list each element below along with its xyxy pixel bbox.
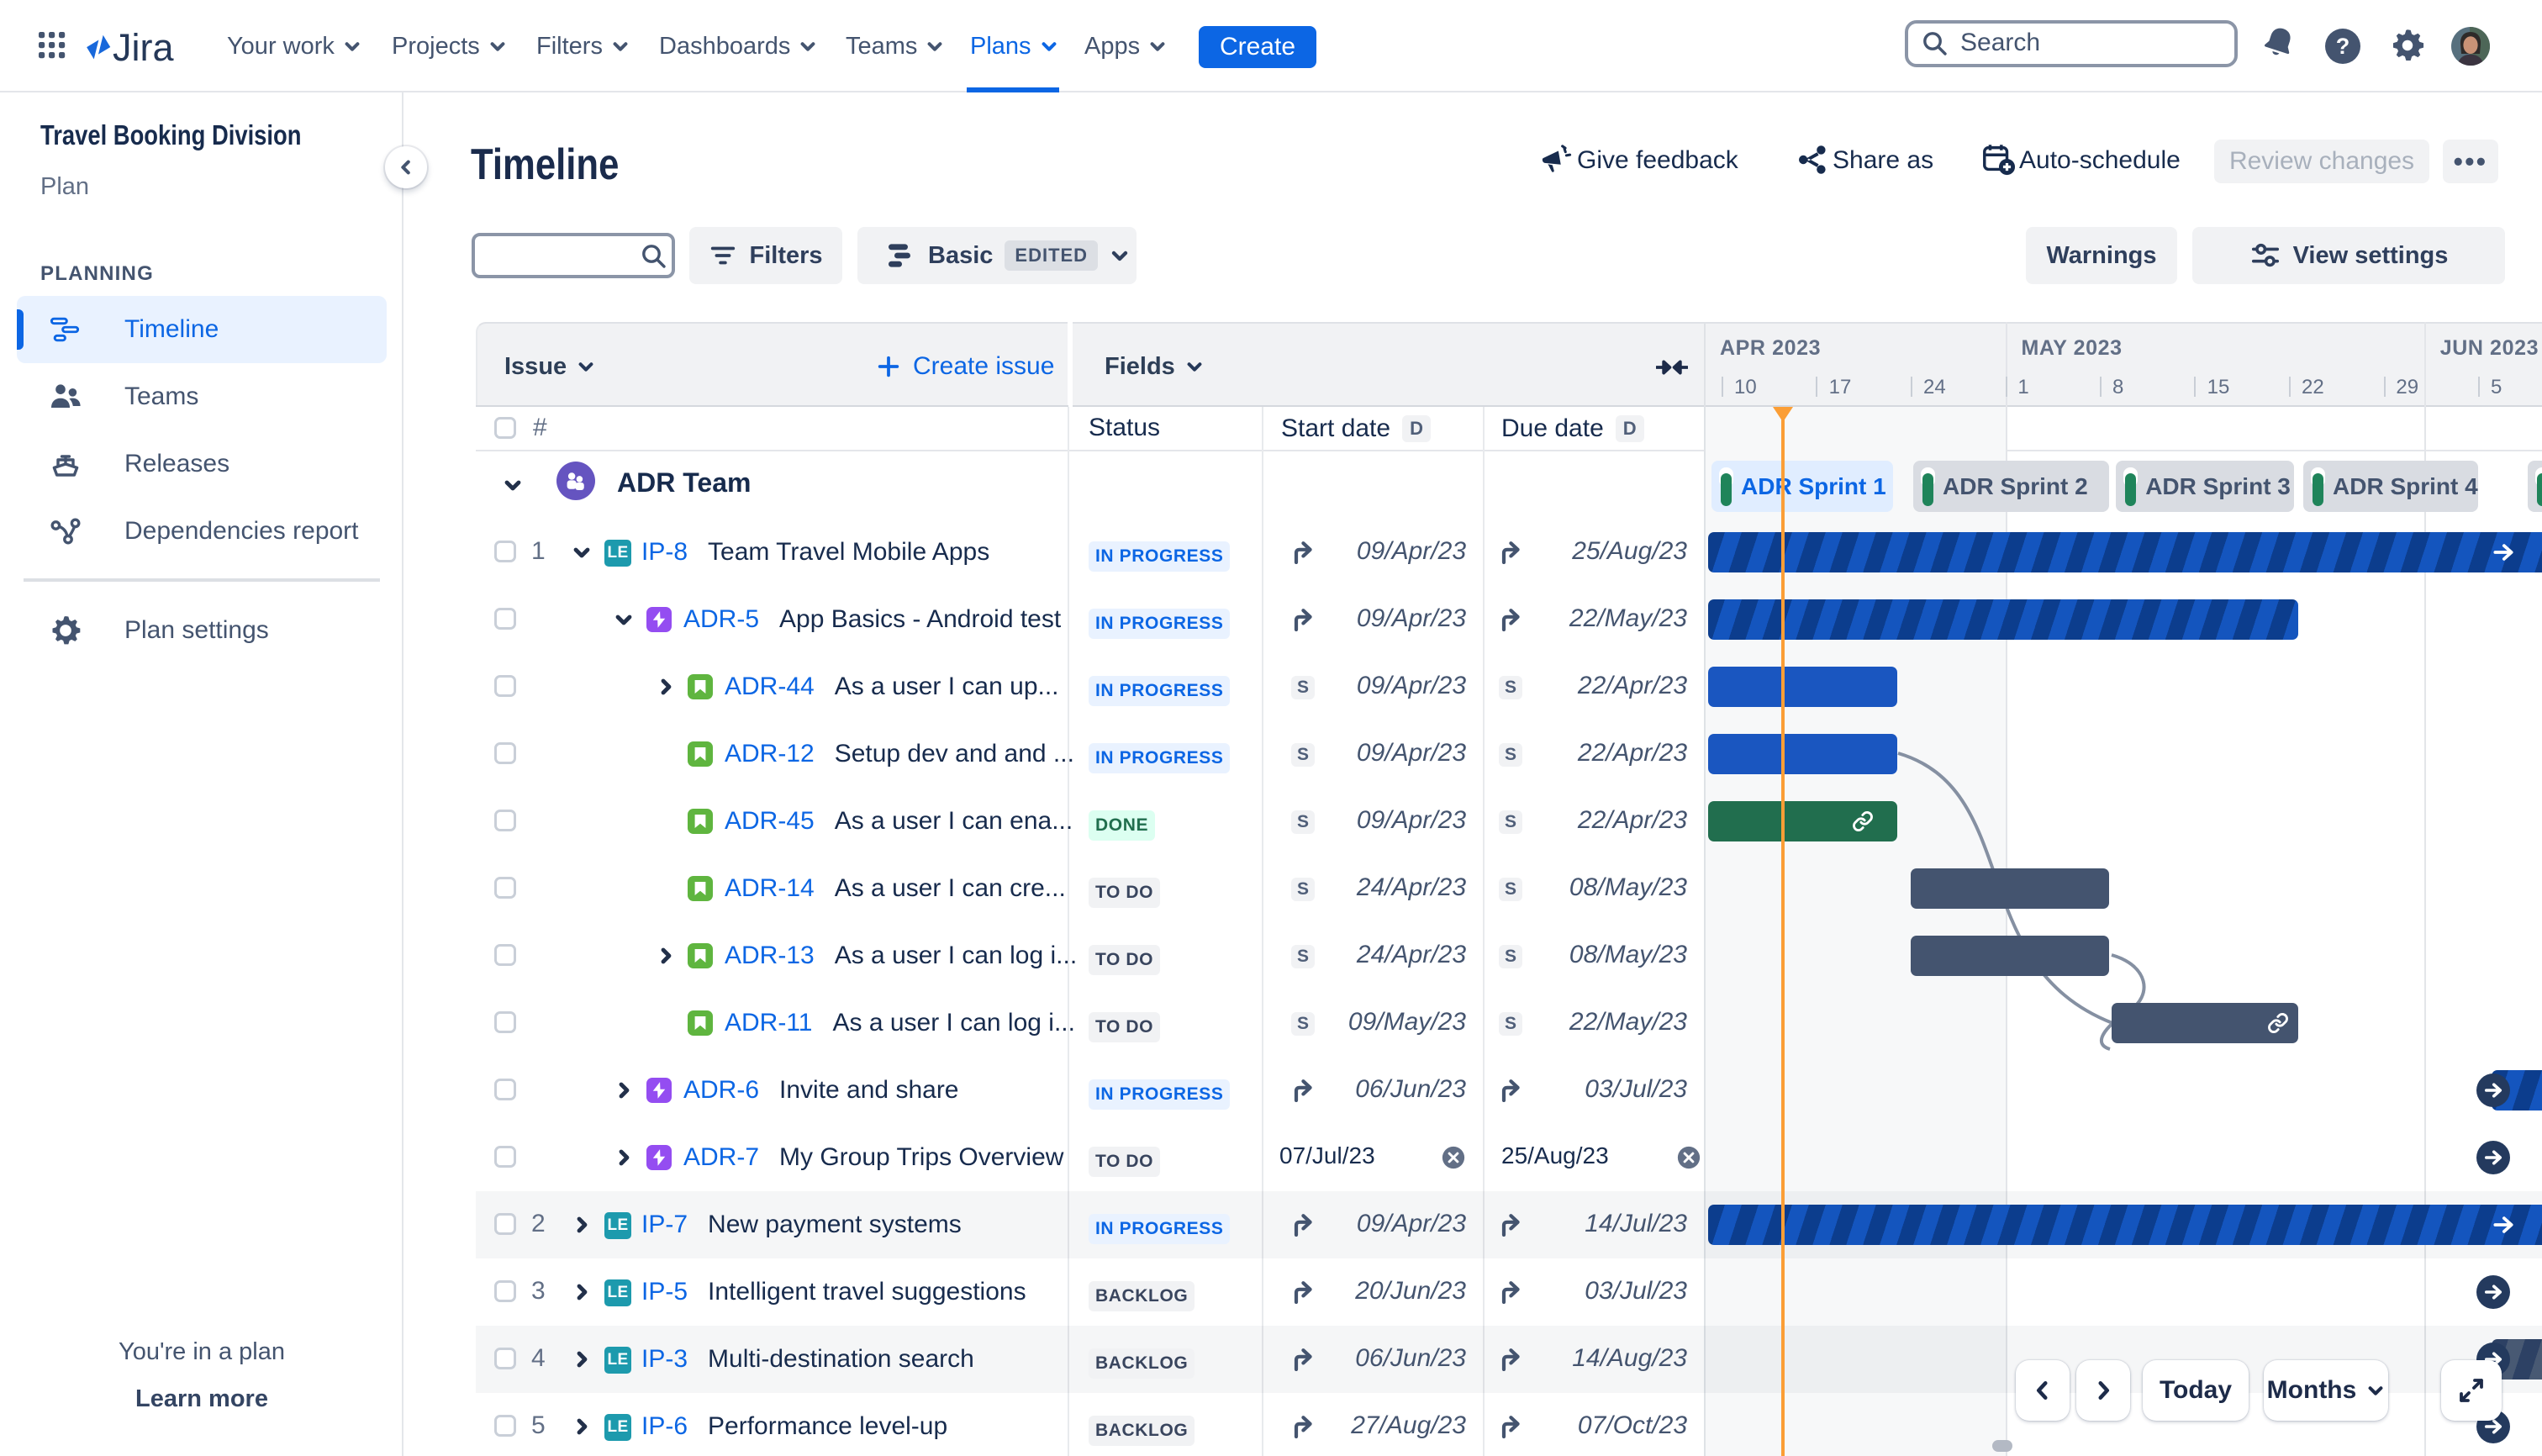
svg-text:Jira: Jira bbox=[113, 26, 174, 69]
